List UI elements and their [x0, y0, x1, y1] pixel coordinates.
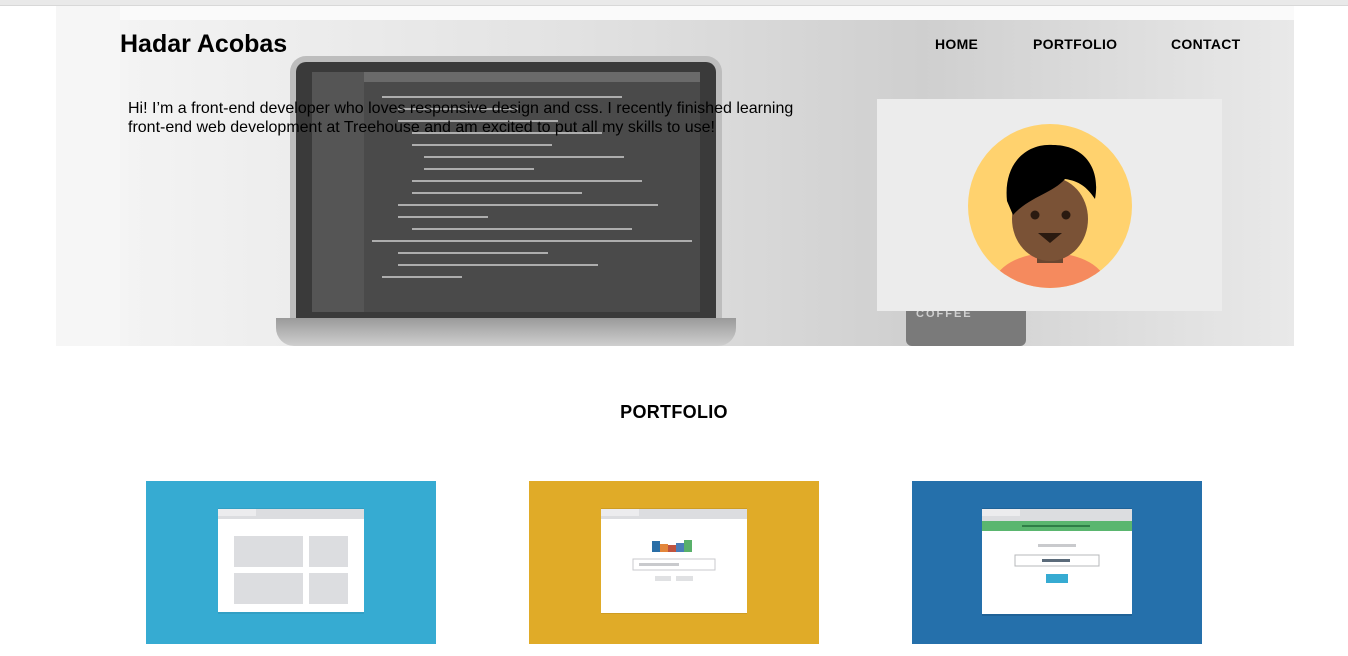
- code-line: [424, 168, 534, 170]
- nav-contact-link[interactable]: CONTACT: [1171, 36, 1241, 52]
- code-line: [398, 264, 598, 266]
- screen-title-bar: [312, 72, 700, 82]
- code-line: [412, 144, 552, 146]
- browser-bar-chart-icon: [601, 508, 747, 614]
- site-title[interactable]: Hadar Acobas: [120, 30, 287, 59]
- person-avatar-icon: [968, 124, 1132, 288]
- nav-portfolio-link[interactable]: PORTFOLIO: [1033, 36, 1117, 52]
- browser-grid-layout-icon: [218, 508, 364, 614]
- code-line: [412, 228, 632, 230]
- code-line: [424, 156, 624, 158]
- intro-text: Hi! I’m a front-end developer who loves …: [128, 100, 794, 136]
- code-line: [398, 252, 548, 254]
- hero-top-fade: [120, 6, 1294, 20]
- portfolio-item-2[interactable]: [529, 481, 819, 644]
- code-line: [412, 192, 582, 194]
- hero-left-strip: [56, 6, 120, 346]
- avatar-card: [877, 99, 1222, 311]
- code-line: [398, 204, 658, 206]
- code-line: [382, 96, 622, 98]
- laptop-base: [276, 318, 736, 346]
- browser-login-form-icon: [982, 508, 1132, 616]
- portfolio-heading: PORTFOLIO: [620, 402, 728, 422]
- nav-home-link[interactable]: HOME: [935, 36, 978, 52]
- code-line: [412, 180, 642, 182]
- portfolio-item-1[interactable]: [146, 481, 436, 644]
- code-line: [398, 216, 488, 218]
- code-line: [382, 276, 462, 278]
- code-line: [372, 240, 692, 242]
- portfolio-item-3[interactable]: [912, 481, 1202, 644]
